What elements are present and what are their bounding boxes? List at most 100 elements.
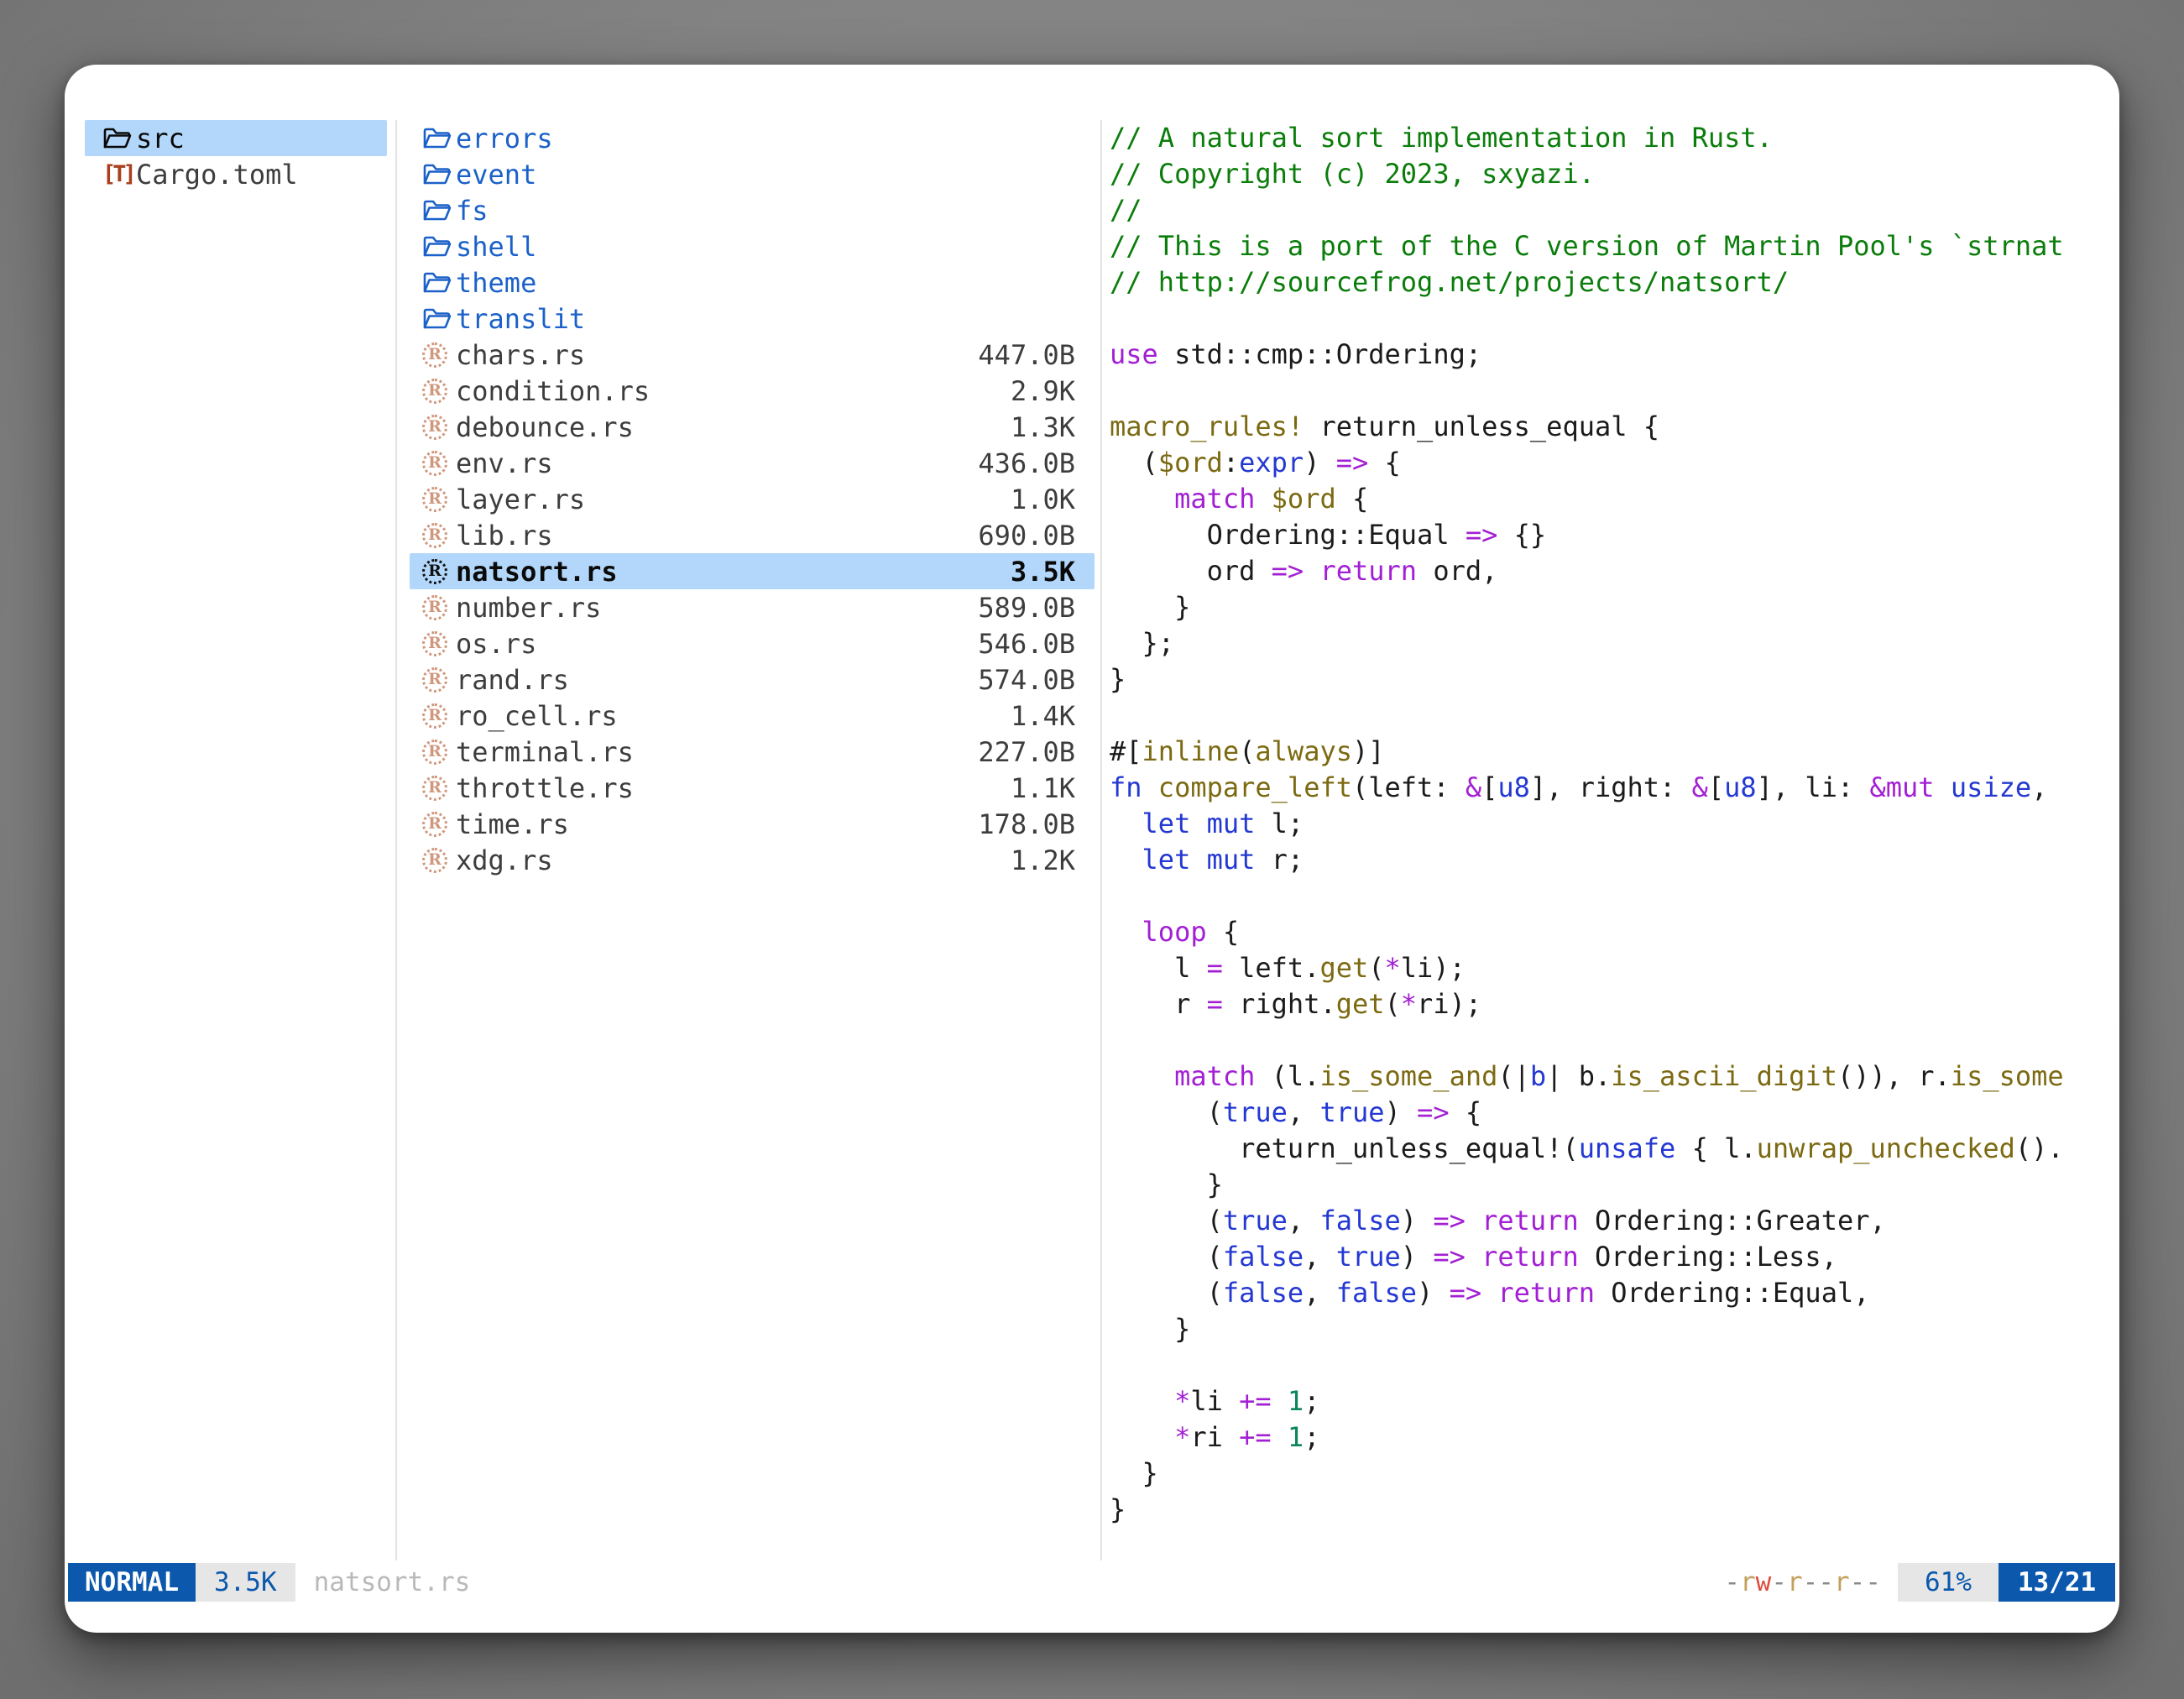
rust-icon: R — [422, 487, 456, 512]
list-item[interactable]: Rlib.rs690.0B — [410, 517, 1095, 553]
list-item[interactable]: errors — [410, 120, 1095, 156]
file-permissions: -rw-r--r-- — [1724, 1563, 1881, 1602]
code-line: #[inline(always)] — [1110, 734, 2092, 770]
list-item[interactable]: Rdebounce.rs1.3K — [410, 409, 1095, 445]
file-name: Cargo.toml — [136, 159, 298, 191]
code-line: // This is a port of the C version of Ma… — [1110, 228, 2092, 264]
code-line — [1110, 373, 2092, 409]
rust-icon: R — [422, 848, 456, 873]
file-preview-pane[interactable]: // A natural sort implementation in Rust… — [1110, 120, 2092, 1528]
scroll-percent-chip: 61% — [1898, 1563, 1999, 1602]
code-line: } — [1110, 661, 2092, 698]
code-line: let mut l; — [1110, 806, 2092, 842]
desktop-background: src[T]Cargo.toml errorseventfsshell theme… — [0, 0, 2184, 1699]
code-line: (false, false) => return Ordering::Equal… — [1110, 1275, 2092, 1311]
file-name: condition.rs — [456, 375, 650, 407]
rust-icon: R — [422, 703, 456, 729]
file-size: 447.0B — [978, 339, 1075, 371]
rust-icon: R — [422, 451, 456, 476]
list-item[interactable]: Rxdg.rs1.2K — [410, 842, 1095, 878]
rust-icon: R — [422, 667, 456, 693]
list-item[interactable]: event — [410, 156, 1095, 192]
file-name: debounce.rs — [456, 411, 634, 443]
open-folder-icon — [422, 306, 456, 332]
list-item[interactable]: src — [85, 120, 387, 156]
code-line — [1110, 1022, 2092, 1059]
code-line: } — [1110, 1311, 2092, 1347]
code-line: } — [1110, 1492, 2092, 1528]
file-size: 227.0B — [978, 736, 1075, 768]
file-name: translit — [456, 303, 585, 335]
file-name: errors — [456, 123, 553, 154]
pane-divider — [1100, 120, 1102, 1560]
code-line — [1110, 1347, 2092, 1383]
list-item[interactable]: translit — [410, 301, 1095, 337]
file-name: shell — [456, 231, 536, 263]
file-name: natsort.rs — [456, 556, 618, 588]
code-line: (true, false) => return Ordering::Greate… — [1110, 1203, 2092, 1239]
rust-icon: R — [422, 415, 456, 440]
list-item[interactable]: Rterminal.rs 227.0B — [410, 734, 1095, 770]
open-folder-icon — [422, 198, 456, 223]
list-item[interactable]: Rnumber.rs 589.0B — [410, 589, 1095, 625]
rust-icon: R — [422, 776, 456, 801]
rust-icon: R — [422, 559, 456, 584]
list-item[interactable]: Rtime.rs178.0B — [410, 806, 1095, 842]
open-folder-icon — [422, 270, 456, 295]
list-item[interactable]: Rthrottle.rs1.1K — [410, 770, 1095, 806]
code-line: use std::cmp::Ordering; — [1110, 337, 2092, 373]
file-name: number.rs — [456, 592, 601, 624]
file-name: terminal.rs — [456, 736, 634, 768]
open-folder-icon — [102, 126, 136, 151]
code-line: *ri += 1; — [1110, 1419, 2092, 1456]
file-size: 3.5K — [1011, 556, 1075, 588]
code-line: loop { — [1110, 914, 2092, 950]
list-item[interactable]: Rrand.rs574.0B — [410, 661, 1095, 698]
code-line — [1110, 698, 2092, 734]
rust-icon: R — [422, 523, 456, 548]
current-directory-pane: errorseventfsshell theme translitRchars.rs… — [410, 120, 1095, 878]
list-item[interactable]: Rnatsort.rs 3.5K — [410, 553, 1095, 589]
file-size: 589.0B — [978, 592, 1075, 624]
toml-icon: [T] — [102, 163, 136, 186]
open-folder-icon — [422, 234, 456, 259]
file-name: os.rs — [456, 628, 536, 660]
file-size: 1.0K — [1011, 484, 1075, 515]
rust-icon: R — [422, 595, 456, 620]
file-name: theme — [456, 267, 536, 299]
code-line: } — [1110, 1456, 2092, 1492]
code-line: (false, true) => return Ordering::Less, — [1110, 1239, 2092, 1275]
list-item[interactable]: Rro_cell.rs1.4K — [410, 698, 1095, 734]
file-size: 574.0B — [978, 664, 1075, 696]
file-size: 1.2K — [1011, 844, 1075, 876]
list-item[interactable]: fs — [410, 192, 1095, 228]
file-name: src — [136, 123, 185, 154]
file-size-chip: 3.5K — [196, 1563, 295, 1602]
list-item[interactable]: Rchars.rs447.0B — [410, 337, 1095, 373]
list-item[interactable]: [T]Cargo.toml — [85, 156, 387, 192]
rust-icon: R — [422, 812, 456, 837]
file-size: 546.0B — [978, 628, 1075, 660]
list-item[interactable]: Rcondition.rs2.9K — [410, 373, 1095, 409]
list-item[interactable]: Ros.rs546.0B — [410, 625, 1095, 661]
code-line: (true, true) => { — [1110, 1095, 2092, 1131]
file-size: 1.1K — [1011, 772, 1075, 804]
rust-icon: R — [422, 740, 456, 765]
open-folder-icon — [422, 162, 456, 187]
list-item[interactable]: theme — [410, 264, 1095, 301]
list-item[interactable]: Rlayer.rs 1.0K — [410, 481, 1095, 517]
code-line: match $ord { — [1110, 481, 2092, 517]
code-line: l = left.get(*li); — [1110, 950, 2092, 986]
file-name: lib.rs — [456, 520, 553, 552]
yazi-file-manager-window: src[T]Cargo.toml errorseventfsshell theme… — [65, 65, 2119, 1633]
code-line: // — [1110, 192, 2092, 228]
code-line: match (l.is_some_and(|b| b.is_ascii_digi… — [1110, 1059, 2092, 1095]
list-item[interactable]: Renv.rs436.0B — [410, 445, 1095, 481]
code-line: ($ord:expr) => { — [1110, 445, 2092, 481]
file-name: layer.rs — [456, 484, 585, 515]
list-item[interactable]: shell — [410, 228, 1095, 264]
status-file-name: natsort.rs — [314, 1563, 471, 1602]
file-size: 178.0B — [978, 808, 1075, 840]
code-line: return_unless_equal!(unsafe { l.unwrap_u… — [1110, 1131, 2092, 1167]
file-size: 436.0B — [978, 447, 1075, 479]
